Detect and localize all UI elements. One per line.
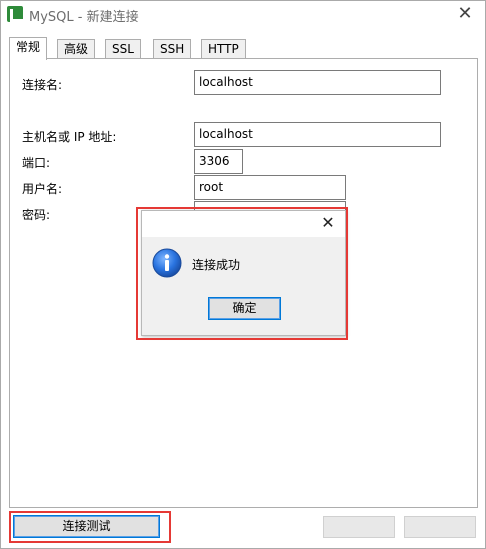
username-label: 用户名: xyxy=(22,182,63,196)
cancel-button-disabled xyxy=(404,516,476,538)
host-label: 主机名或 IP 地址: xyxy=(22,130,117,144)
port-input[interactable]: 3306 xyxy=(194,149,243,174)
password-label: 密码: xyxy=(22,208,51,222)
host-input[interactable]: localhost xyxy=(194,122,441,147)
tab-ssh[interactable]: SSH xyxy=(153,39,192,59)
tab-advanced[interactable]: 高级 xyxy=(57,39,96,59)
title-bar: MySQL - 新建连接 ✕ xyxy=(1,1,485,29)
navicat-logo-icon xyxy=(7,6,23,22)
username-input[interactable]: root xyxy=(194,175,346,200)
dialog-highlight xyxy=(136,207,348,340)
connection-name-input[interactable]: localhost xyxy=(194,70,441,95)
ok-button-disabled xyxy=(323,516,395,538)
test-button-highlight xyxy=(9,511,171,543)
connection-name-label: 连接名: xyxy=(22,78,63,92)
port-label: 端口: xyxy=(22,156,51,170)
close-icon[interactable]: ✕ xyxy=(455,4,475,24)
tab-ssl[interactable]: SSL xyxy=(105,39,141,59)
tab-http[interactable]: HTTP xyxy=(201,39,246,59)
window-title: MySQL - 新建连接 xyxy=(29,10,139,25)
tab-general[interactable]: 常规 xyxy=(9,37,48,60)
connection-window: MySQL - 新建连接 ✕ 常规 高级 SSL SSH HTTP 连接名: l… xyxy=(0,0,486,549)
